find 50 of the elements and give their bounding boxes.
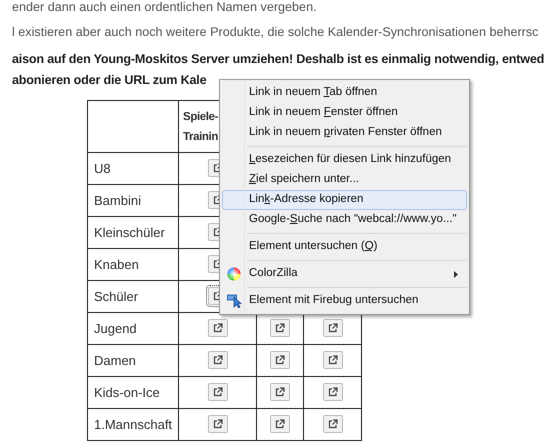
external-link-icon (328, 322, 338, 333)
row-label: U8 (94, 160, 111, 176)
external-link-icon (328, 354, 338, 365)
menu-item[interactable]: Element untersuchen (Q) (222, 237, 467, 257)
external-link-button[interactable] (208, 414, 228, 433)
column-header: Spiele- Trainin (183, 110, 218, 144)
row-label: Bambini (94, 192, 141, 208)
row-label: Schüler (94, 288, 138, 304)
menu-item[interactable]: Link in neuem Fenster öffnen (222, 103, 467, 123)
external-link-button[interactable] (322, 382, 343, 401)
row-label: Kleinschüler (94, 224, 165, 240)
external-link-button[interactable] (208, 382, 228, 401)
paragraph-text: aison auf den Young-Moskitos Server umziehen! Deshalb ist es einmalig notwendig, entwed (12, 52, 544, 67)
menu-item[interactable]: Google-Suche nach "webcal://www.yo..." (222, 210, 467, 230)
external-link-button[interactable] (270, 350, 290, 369)
menu-item[interactable]: Link-Adresse kopieren (222, 190, 467, 210)
menu-item[interactable]: Element mit Firebug untersuchen (222, 291, 467, 311)
external-link-button[interactable] (208, 318, 228, 337)
external-link-button[interactable] (322, 318, 343, 337)
menu-item[interactable]: Link in neuem Tab öffnen (222, 83, 467, 103)
external-link-icon (328, 418, 338, 429)
external-link-button[interactable] (322, 414, 343, 433)
paragraph-text: l existieren aber auch noch weitere Produkte, die solche Kalender-Synchronisationen beherrsc (12, 25, 538, 40)
external-link-icon (275, 322, 286, 333)
menu-item[interactable]: Link in neuem privaten Fenster öffnen (222, 123, 467, 143)
row-label: Kids-on-Ice (94, 384, 160, 400)
pointer-icon (227, 294, 243, 308)
external-link-icon (212, 354, 223, 365)
external-link-icon (328, 386, 338, 397)
row-label: Damen (94, 352, 136, 368)
color-wheel-icon (227, 267, 241, 281)
menu-item[interactable]: ColorZilla (222, 264, 467, 284)
row-label: Jugend (94, 320, 137, 336)
paragraph-text: ender dann auch einen ordentlichen Namen vergeben. (12, 0, 317, 15)
external-link-icon (275, 386, 286, 397)
external-link-button[interactable] (322, 350, 343, 369)
row-label: Knaben (94, 256, 139, 272)
external-link-button[interactable] (270, 414, 290, 433)
menu-item[interactable]: Ziel speichern unter... (222, 170, 467, 190)
external-link-button[interactable] (270, 318, 290, 337)
external-link-button[interactable] (270, 382, 290, 401)
paragraph-text: abonieren oder die URL zum Kale (12, 73, 206, 88)
external-link-icon (275, 354, 286, 365)
external-link-icon (212, 322, 223, 333)
external-link-icon (275, 418, 286, 429)
external-link-icon (212, 418, 223, 429)
external-link-button[interactable] (208, 350, 228, 369)
row-label: 1.Mannschaft (94, 416, 172, 432)
menu-item[interactable]: Lesezeichen für diesen Link hinzufügen (222, 150, 467, 170)
external-link-icon (212, 386, 223, 397)
